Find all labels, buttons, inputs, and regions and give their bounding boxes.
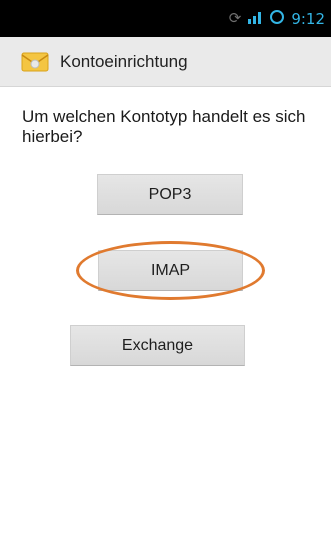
- imap-button[interactable]: IMAP: [98, 250, 243, 291]
- signal-icon: [247, 10, 263, 27]
- account-type-question: Um welchen Kontotyp handelt es sich hier…: [22, 107, 306, 146]
- circle-icon: [269, 9, 285, 28]
- action-bar-title: Kontoeinrichtung: [60, 51, 188, 71]
- pop3-button[interactable]: POP3: [97, 174, 243, 215]
- email-envelope-icon: [20, 50, 50, 74]
- status-clock: 9:12: [291, 9, 325, 28]
- sync-icon: ⟳: [228, 10, 242, 27]
- status-bar: ⟳ 9:12: [0, 0, 331, 37]
- action-bar: Kontoeinrichtung: [0, 37, 331, 87]
- exchange-button[interactable]: Exchange: [70, 325, 245, 366]
